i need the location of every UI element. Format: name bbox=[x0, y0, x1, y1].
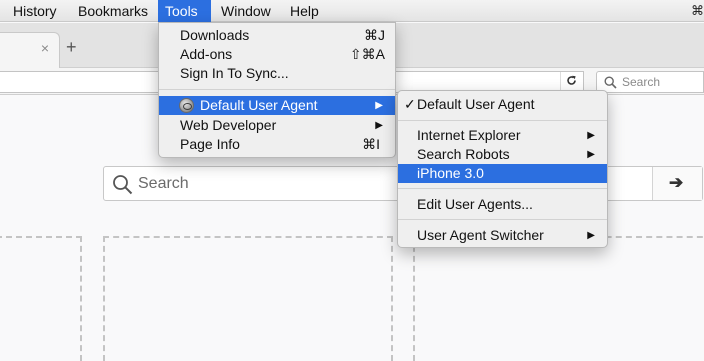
chevron-right-icon: ▶ bbox=[587, 149, 595, 160]
menu-extra-icon[interactable]: ⌘ bbox=[691, 0, 704, 22]
menu-separator bbox=[159, 89, 395, 90]
tools-menu: Downloads ⌘J Add-ons ⇧⌘A Sign In To Sync… bbox=[158, 22, 396, 158]
top-site-tile[interactable] bbox=[413, 236, 704, 361]
chevron-right-icon: ▶ bbox=[587, 230, 595, 241]
shortcut-label: ⇧⌘A bbox=[349, 46, 385, 62]
shortcut-label: ⌘J bbox=[364, 27, 385, 43]
search-icon bbox=[604, 76, 617, 89]
reload-icon bbox=[567, 75, 576, 85]
menu-item-web-developer[interactable]: Web Developer ▶ bbox=[159, 116, 395, 135]
arrow-right-icon: ➔ bbox=[669, 173, 684, 192]
menu-item-edit-user-agents[interactable]: Edit User Agents... bbox=[398, 195, 607, 214]
menu-item-page-info[interactable]: Page Info ⌘I bbox=[159, 135, 395, 154]
user-agent-submenu: ✓ Default User Agent Internet Explorer ▶… bbox=[397, 90, 608, 248]
menu-item-user-agent-switcher[interactable]: User Agent Switcher ▶ bbox=[398, 226, 607, 245]
top-site-tile[interactable] bbox=[0, 236, 82, 361]
reload-button[interactable] bbox=[560, 72, 580, 90]
chevron-right-icon: ▶ bbox=[375, 120, 383, 131]
user-agent-icon bbox=[179, 98, 194, 113]
menu-tools[interactable]: Tools bbox=[158, 0, 211, 22]
new-tab-button[interactable]: + bbox=[66, 37, 77, 58]
menu-bookmarks[interactable]: Bookmarks bbox=[71, 0, 155, 22]
search-icon bbox=[113, 175, 133, 195]
search-go-button[interactable]: ➔ bbox=[652, 167, 702, 200]
page-search-placeholder: Search bbox=[138, 175, 189, 192]
chevron-right-icon: ▶ bbox=[375, 100, 383, 111]
menu-item-iphone-3-0[interactable]: iPhone 3.0 bbox=[398, 164, 607, 183]
checkmark-icon: ✓ bbox=[404, 96, 416, 112]
menu-item-downloads[interactable]: Downloads ⌘J bbox=[159, 26, 395, 45]
menu-item-internet-explorer[interactable]: Internet Explorer ▶ bbox=[398, 126, 607, 145]
browser-tab[interactable]: × bbox=[0, 32, 60, 68]
menu-item-default-user-agent-option[interactable]: ✓ Default User Agent bbox=[398, 95, 607, 114]
menu-separator bbox=[398, 188, 607, 189]
menu-separator bbox=[398, 219, 607, 220]
menu-item-sign-in-to-sync[interactable]: Sign In To Sync... bbox=[159, 64, 395, 83]
menu-history[interactable]: History bbox=[6, 0, 64, 22]
menu-item-default-user-agent[interactable]: Default User Agent ▶ bbox=[159, 96, 395, 115]
toolbar-search-field[interactable]: Search bbox=[596, 71, 704, 93]
menu-item-search-robots[interactable]: Search Robots ▶ bbox=[398, 145, 607, 164]
shortcut-label: ⌘I bbox=[362, 136, 380, 152]
toolbar-search-placeholder: Search bbox=[622, 75, 661, 89]
menu-separator bbox=[398, 120, 607, 121]
menu-item-add-ons[interactable]: Add-ons ⇧⌘A bbox=[159, 45, 395, 64]
menu-help[interactable]: Help bbox=[283, 0, 326, 22]
top-site-tile[interactable] bbox=[103, 236, 393, 361]
menu-bar: History Bookmarks Tools Window Help ⌘ bbox=[0, 0, 704, 22]
chevron-right-icon: ▶ bbox=[587, 130, 595, 141]
close-tab-icon[interactable]: × bbox=[41, 40, 49, 56]
menu-window[interactable]: Window bbox=[214, 0, 278, 22]
